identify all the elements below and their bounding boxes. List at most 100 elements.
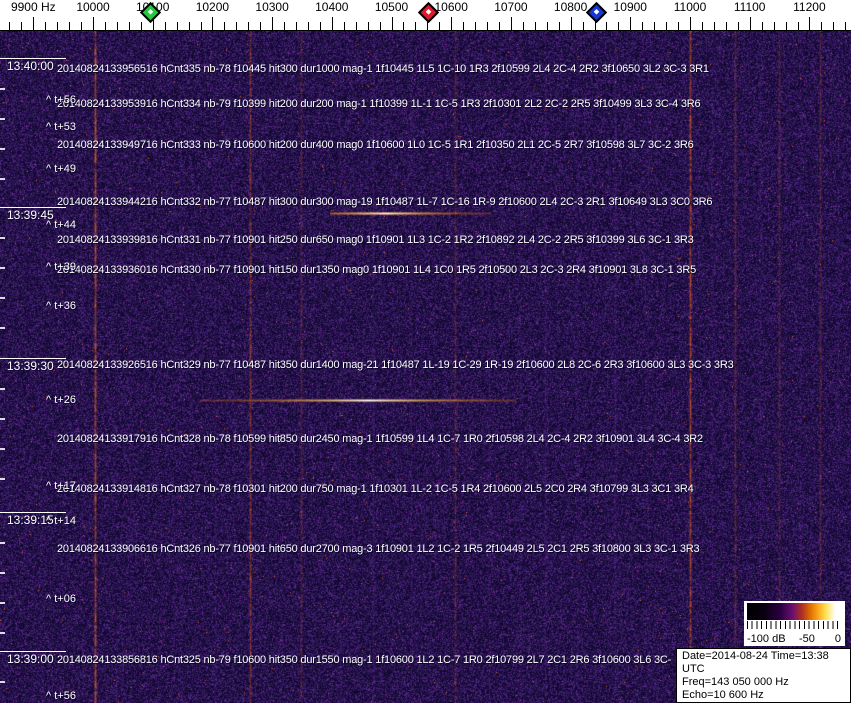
time-tick bbox=[0, 237, 5, 239]
freq-tick bbox=[762, 22, 763, 30]
info-echo: Echo=10 600 Hz bbox=[682, 689, 850, 702]
freq-tick bbox=[547, 22, 548, 30]
freq-label: 10000 bbox=[76, 0, 109, 14]
freq-label: 10600 bbox=[435, 0, 468, 14]
time-offset-marker: ^ t+14 bbox=[46, 515, 76, 527]
time-tick bbox=[0, 681, 5, 683]
time-tick bbox=[0, 448, 5, 450]
db-gradient-bar bbox=[747, 603, 842, 620]
db-mid-label: -50 bbox=[799, 633, 815, 645]
freq-tick bbox=[165, 22, 166, 30]
freq-tick bbox=[344, 22, 345, 30]
meteor-spectrogram-window: 9900 Hz100001010010200103001040010500106… bbox=[0, 0, 851, 703]
freq-tick bbox=[403, 22, 404, 30]
time-offset-marker: ^ t+17 bbox=[46, 480, 76, 492]
freq-tick bbox=[212, 17, 213, 30]
freq-label: 10400 bbox=[315, 0, 348, 14]
freq-tick bbox=[451, 17, 452, 30]
marker-diamond-blue-marker[interactable] bbox=[586, 2, 607, 23]
frequency-ruler: 9900 Hz100001010010200103001040010500106… bbox=[0, 0, 851, 31]
freq-tick bbox=[666, 22, 667, 30]
freq-tick bbox=[284, 22, 285, 30]
detection-line: 20140824133914816 hCnt327 nb-78 f10301 h… bbox=[57, 483, 694, 495]
freq-tick bbox=[320, 22, 321, 30]
detection-line: 20140824133926516 hCnt329 nb-77 f10487 h… bbox=[57, 359, 734, 371]
time-tick bbox=[0, 572, 5, 574]
detection-line: 20140824133936016 hCnt330 nb-77 f10901 h… bbox=[57, 264, 696, 276]
detection-line: 20140824133956516 hCnt335 nb-78 f10445 h… bbox=[57, 63, 709, 75]
detection-line: 20140824133906616 hCnt326 nb-77 f10901 h… bbox=[57, 543, 699, 555]
freq-tick bbox=[296, 22, 297, 30]
info-date-time: Date=2014-08-24 Time=13:38 UTC bbox=[682, 650, 850, 676]
freq-tick bbox=[9, 22, 10, 30]
freq-label: 10700 bbox=[494, 0, 527, 14]
freq-label: 10800 bbox=[554, 0, 587, 14]
freq-tick bbox=[702, 22, 703, 30]
freq-tick bbox=[487, 22, 488, 30]
freq-tick bbox=[81, 22, 82, 30]
freq-tick bbox=[750, 17, 751, 30]
freq-tick bbox=[809, 17, 810, 30]
freq-tick bbox=[308, 22, 309, 30]
freq-tick bbox=[93, 17, 94, 30]
time-offset-marker: ^ t+36 bbox=[46, 300, 76, 312]
time-offset-marker: ^ t+06 bbox=[46, 593, 76, 605]
freq-tick bbox=[511, 17, 512, 30]
freq-tick bbox=[571, 17, 572, 30]
freq-label: 10900 bbox=[614, 0, 647, 14]
freq-tick bbox=[798, 22, 799, 30]
status-info-box: Date=2014-08-24 Time=13:38 UTC Freq=143 … bbox=[676, 648, 851, 703]
db-min-label: -100 dB bbox=[747, 633, 786, 645]
freq-label: 11000 bbox=[674, 0, 706, 14]
time-tick bbox=[0, 388, 5, 390]
marker-center-dot bbox=[593, 9, 599, 15]
freq-tick bbox=[821, 22, 822, 30]
freq-tick bbox=[380, 22, 381, 30]
freq-tick bbox=[678, 22, 679, 30]
freq-tick bbox=[69, 22, 70, 30]
freq-tick bbox=[189, 22, 190, 30]
freq-tick bbox=[415, 22, 416, 30]
marker-center-dot bbox=[426, 9, 432, 15]
time-tick bbox=[0, 418, 5, 420]
freq-tick bbox=[248, 22, 249, 30]
time-tick bbox=[0, 297, 5, 299]
time-tick bbox=[0, 148, 5, 150]
time-tick bbox=[0, 267, 5, 269]
freq-tick bbox=[559, 22, 560, 30]
db-max-label: 0 bbox=[835, 633, 841, 645]
freq-label: 9900 Hz bbox=[11, 0, 56, 14]
freq-tick bbox=[738, 22, 739, 30]
time-tick bbox=[0, 632, 5, 634]
freq-tick bbox=[595, 22, 596, 30]
freq-label: 11100 bbox=[734, 0, 766, 14]
freq-tick bbox=[141, 22, 142, 30]
freq-tick bbox=[201, 22, 202, 30]
freq-tick bbox=[630, 17, 631, 30]
time-offset-marker: ^ t+39 bbox=[46, 261, 76, 273]
time-tick bbox=[0, 118, 5, 120]
time-offset-marker: ^ t+56 bbox=[46, 94, 76, 106]
freq-tick bbox=[260, 22, 261, 30]
time-offset-marker: ^ t+49 bbox=[46, 163, 76, 175]
freq-tick bbox=[332, 17, 333, 30]
detection-line: 20140824133944216 hCnt332 nb-77 f10487 h… bbox=[57, 196, 712, 208]
freq-tick bbox=[33, 17, 34, 30]
freq-tick bbox=[535, 22, 536, 30]
freq-tick bbox=[606, 22, 607, 30]
time-offset-marker: ^ t+56 bbox=[46, 690, 76, 702]
freq-tick bbox=[105, 22, 106, 30]
freq-tick bbox=[117, 22, 118, 30]
freq-tick bbox=[475, 22, 476, 30]
freq-tick bbox=[236, 22, 237, 30]
freq-tick bbox=[583, 22, 584, 30]
freq-tick bbox=[21, 22, 22, 30]
freq-tick bbox=[45, 22, 46, 30]
freq-tick bbox=[523, 22, 524, 30]
time-offset-marker: ^ t+26 bbox=[46, 394, 76, 406]
freq-tick bbox=[272, 17, 273, 30]
freq-tick bbox=[654, 22, 655, 30]
time-tick bbox=[0, 327, 5, 329]
db-color-scale: -100 dB -50 0 bbox=[744, 601, 845, 646]
marker-center-dot bbox=[147, 9, 153, 15]
